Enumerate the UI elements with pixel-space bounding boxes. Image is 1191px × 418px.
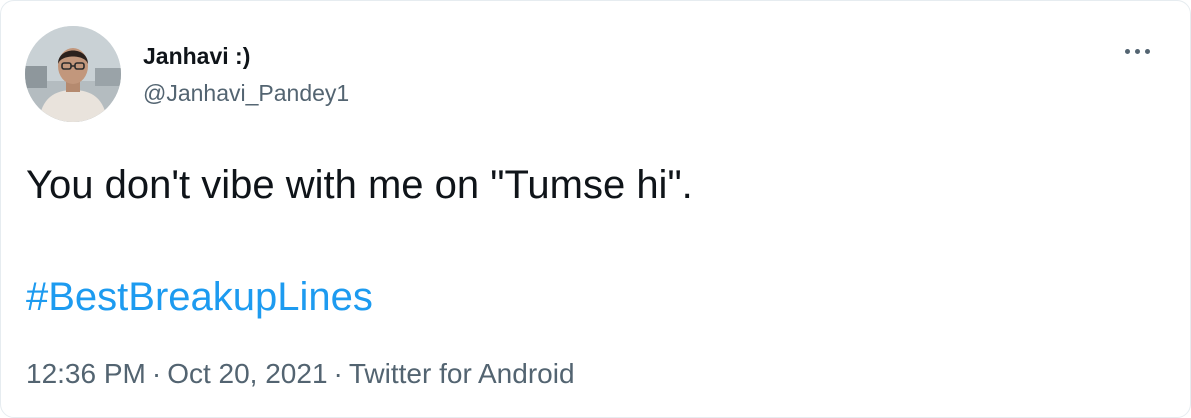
hashtag-link[interactable]: #BestBreakupLines	[26, 271, 373, 323]
tweet-header: Janhavi :) @Janhavi_Pandey1	[25, 25, 349, 123]
more-dot	[1124, 48, 1130, 54]
tweet-text: You don't vibe with me on "Tumse hi".	[26, 163, 693, 207]
tweet-date[interactable]: Oct 20, 2021	[167, 358, 327, 389]
tweet-time[interactable]: 12:36 PM	[26, 358, 146, 389]
author-names: Janhavi :) @Janhavi_Pandey1	[143, 26, 349, 122]
tweet-source[interactable]: Twitter for Android	[349, 358, 575, 389]
more-dot	[1134, 48, 1140, 54]
avatar[interactable]	[25, 26, 121, 122]
tweet-metadata: 12:36 PM · Oct 20, 2021 · Twitter for Androi…	[26, 356, 575, 392]
meta-separator: ·	[151, 358, 162, 389]
avatar-photo	[25, 26, 121, 122]
author-display-name[interactable]: Janhavi :)	[143, 42, 349, 70]
author-handle[interactable]: @Janhavi_Pandey1	[143, 79, 349, 107]
more-dot	[1144, 48, 1150, 54]
meta-separator: ·	[333, 358, 343, 389]
tweet-card: Janhavi :) @Janhavi_Pandey1 You don't vi…	[0, 0, 1191, 418]
more-icon[interactable]	[1117, 39, 1157, 63]
